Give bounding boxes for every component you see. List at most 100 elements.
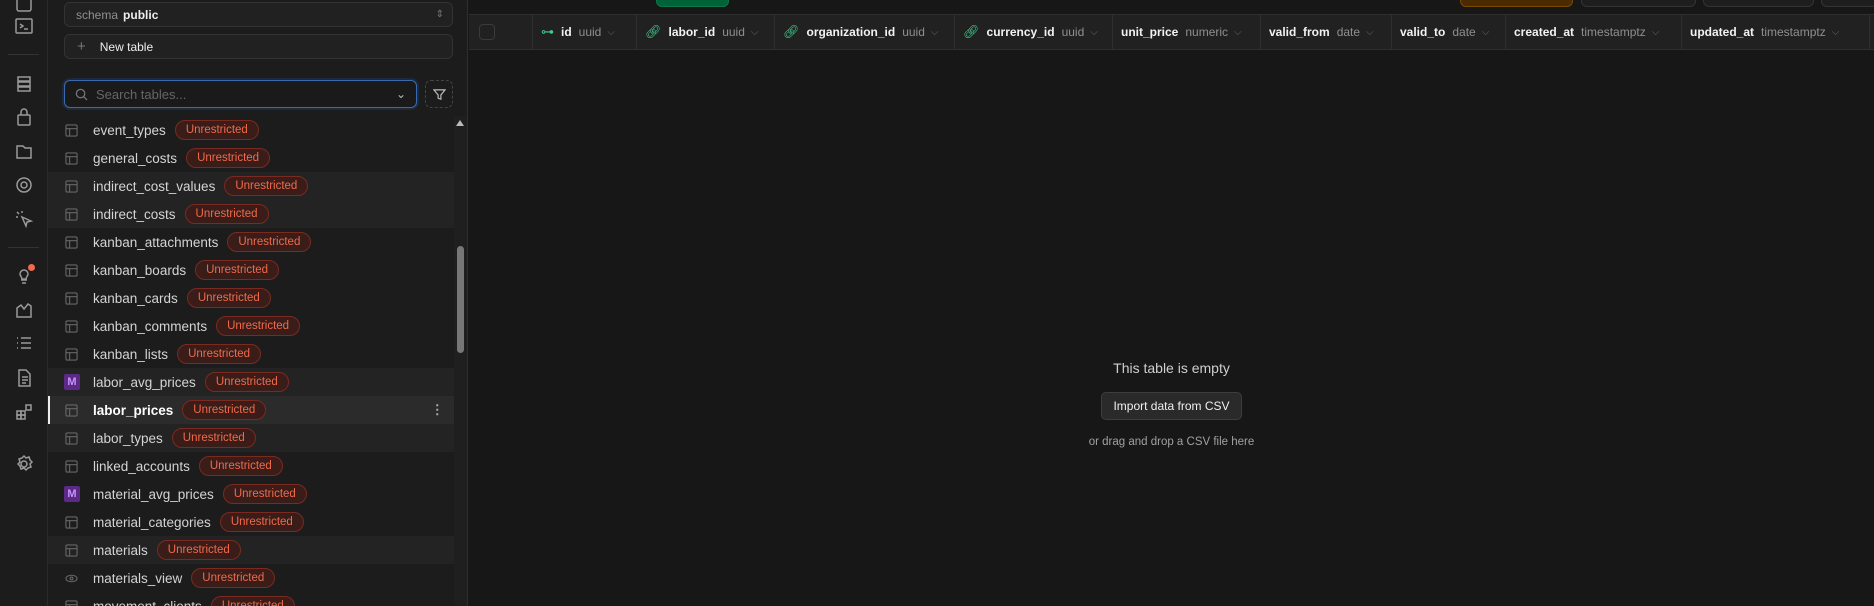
toolbar-button[interactable] [1581,0,1696,7]
chevron-down-icon[interactable]: ⌵ [931,27,939,38]
sql-editor-icon[interactable] [12,14,36,38]
chevron-down-icon[interactable]: ⌵ [1234,27,1242,38]
table-name: materials_view [93,570,183,586]
new-table-button[interactable]: + New table [64,34,453,59]
table-list-item[interactable]: materials Unrestricted [48,536,454,564]
database-icon[interactable] [12,72,36,96]
rls-status-badge: Unrestricted [210,596,295,606]
toolbar-button[interactable] [1821,0,1874,7]
reports-chart-icon[interactable] [12,298,36,322]
select-all-checkbox[interactable] [479,24,495,40]
table-icon [64,599,78,606]
rls-warning-button[interactable] [1460,0,1573,7]
table-list-item[interactable]: indirect_cost_values Unrestricted [48,172,454,200]
table-list-item[interactable]: Mmaterial_avg_prices Unrestricted [48,480,454,508]
table-list-item[interactable]: movement_clients Unrestricted [48,592,454,606]
table-list-item[interactable]: indirect_costs Unrestricted [48,200,454,228]
column-header-labor_id[interactable]: 🔗︎ labor_id uuid ⌵ [637,15,775,49]
auth-lock-icon[interactable] [12,105,36,129]
table-list-item[interactable]: kanban_boards Unrestricted [48,256,454,284]
scrollbar-thumb[interactable] [457,246,464,353]
chevron-down-icon[interactable]: ⌵ [1832,27,1840,38]
insert-button[interactable] [656,0,729,7]
rls-status-badge: Unrestricted [204,372,289,392]
table-name: labor_types [93,430,163,446]
table-list-item[interactable]: kanban_lists Unrestricted [48,340,454,368]
table-icon [64,207,78,221]
table-list-item[interactable]: event_types Unrestricted [48,116,454,144]
column-type: uuid [578,25,602,39]
table-list-item[interactable]: kanban_attachments Unrestricted [48,228,454,256]
table-list-item[interactable]: labor_types Unrestricted [48,424,454,452]
storage-folder-icon[interactable] [12,139,36,163]
view-eye-icon [64,571,78,585]
table-icon [64,151,78,165]
search-tables-input[interactable] [96,86,376,102]
table-list-item[interactable]: materials_view Unrestricted [48,564,454,592]
column-header-valid_to[interactable]: valid_to date ⌵ [1392,15,1506,49]
rls-status-badge: Unrestricted [227,232,312,252]
logs-list-icon[interactable] [12,331,36,355]
chevron-down-icon[interactable]: ⌵ [1652,27,1660,38]
column-header-id[interactable]: ⊶ id uuid ⌵ [533,15,637,49]
materialized-view-icon: M [64,486,80,502]
rls-status-badge: Unrestricted [177,344,262,364]
chevron-down-icon[interactable]: ⌵ [607,27,615,38]
column-name: currency_id [986,25,1055,39]
column-type: uuid [902,25,925,39]
scroll-up-arrow-icon[interactable] [456,120,464,126]
table-name: kanban_comments [93,318,208,334]
table-name: event_types [93,122,166,138]
rls-status-badge: Unrestricted [222,484,307,504]
table-list-item[interactable]: kanban_comments Unrestricted [48,312,454,340]
table-name: labor_prices [93,402,174,418]
rls-status-badge: Unrestricted [224,176,309,196]
filter-button[interactable] [425,80,453,108]
table-list-item[interactable]: material_categories Unrestricted [48,508,454,536]
column-header-updated_at[interactable]: updated_at timestamptz ⌵ [1682,15,1870,49]
settings-gear-icon[interactable] [12,452,36,476]
chevron-down-icon[interactable]: ⌵ [1366,27,1374,38]
advisors-lightbulb-icon[interactable] [12,263,36,287]
search-icon [75,88,88,101]
schema-selector[interactable]: schema public ⇕ [64,2,453,27]
column-header-valid_from[interactable]: valid_from date ⌵ [1261,15,1392,49]
column-name: valid_from [1269,25,1330,39]
column-header-unit_price[interactable]: unit_price numeric ⌵ [1113,15,1261,49]
toolbar-button[interactable] [1703,0,1814,7]
plus-icon: + [77,38,86,55]
chevron-down-icon[interactable]: ⌵ [1482,27,1490,38]
table-list-item[interactable]: kanban_cards Unrestricted [48,284,454,312]
realtime-icon[interactable] [12,173,36,197]
column-header-organization_id[interactable]: 🔗︎ organization_id uuid ⌵ [775,15,955,49]
table-icon [64,431,78,445]
integrations-icon[interactable] [12,400,36,424]
table-icon [64,543,78,557]
more-options-icon[interactable]: ⋮ [431,402,445,418]
rls-status-badge: Unrestricted [156,540,241,560]
rls-status-badge: Unrestricted [191,568,276,588]
table-name: linked_accounts [93,458,190,474]
import-csv-button[interactable]: Import data from CSV [1101,392,1242,420]
api-docs-icon[interactable] [12,366,36,390]
edge-functions-cursor-icon[interactable] [12,207,36,231]
rls-status-badge: Unrestricted [198,456,283,476]
chevron-down-icon[interactable]: ⌵ [1090,27,1098,38]
rls-status-badge: Unrestricted [195,260,280,280]
rls-status-badge: Unrestricted [174,120,259,140]
table-list-item[interactable]: linked_accounts Unrestricted [48,452,454,480]
scrollbar[interactable] [454,116,467,606]
table-list-item[interactable]: general_costs Unrestricted [48,144,454,172]
empty-hint: or drag and drop a CSV file here [1088,436,1255,448]
table-list-item[interactable]: Mlabor_avg_prices Unrestricted [48,368,454,396]
chevrons-down-icon[interactable]: ⌄ [396,87,406,101]
chevron-down-icon[interactable]: ⌵ [751,27,759,38]
foreign-key-link-icon: 🔗︎ [963,24,980,39]
column-header-currency_id[interactable]: 🔗︎ currency_id uuid ⌵ [955,15,1113,49]
table-list-item[interactable]: labor_prices Unrestricted ⋮ [48,396,454,424]
column-name: id [561,25,572,39]
rls-status-badge: Unrestricted [182,400,267,420]
column-header-created_at[interactable]: created_at timestamptz ⌵ [1506,15,1682,49]
table-icon [64,235,78,249]
rls-status-badge: Unrestricted [186,288,271,308]
